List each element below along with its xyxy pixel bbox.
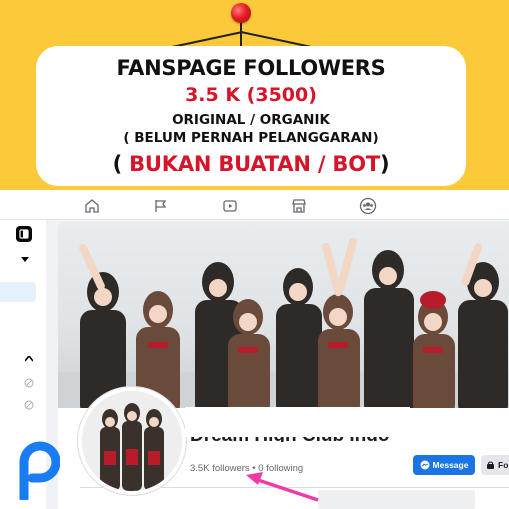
page-avatar[interactable]: [78, 387, 186, 495]
promo-count: 3.5 K (3500): [185, 84, 317, 106]
placeholder-box: [318, 490, 475, 509]
flag-icon[interactable]: [150, 195, 172, 217]
pushpin-icon: [231, 3, 251, 23]
paren-close: ): [380, 152, 390, 176]
message-button-label: Message: [432, 460, 469, 470]
pages-icon[interactable]: [16, 226, 32, 242]
follow-button[interactable]: Fo: [481, 455, 509, 475]
blocked-icon: [23, 399, 35, 411]
message-button[interactable]: Message: [413, 455, 475, 475]
picsart-logo-icon: [19, 441, 60, 500]
groups-icon[interactable]: [357, 195, 379, 217]
promo-card: FANSPAGE FOLLOWERS 3.5 K (3500) ORIGINAL…: [36, 46, 466, 186]
chevron-up-icon[interactable]: [24, 355, 34, 363]
promo-not-bot: ( BUKAN BUATAN / BOT): [36, 152, 466, 176]
follow-button-label: Fo: [498, 460, 509, 470]
promo-history: ( BELUM PERNAH PELANGGARAN): [123, 130, 379, 146]
facebook-page-screenshot: Dream High Club Indo 3.5K followers • 0 …: [0, 190, 509, 509]
paren-open: (: [112, 152, 130, 176]
video-icon[interactable]: [219, 195, 241, 217]
follow-icon: [487, 461, 494, 469]
sidebar-selected-item[interactable]: [0, 282, 36, 302]
home-icon[interactable]: [81, 195, 103, 217]
promo-title: FANSPAGE FOLLOWERS: [116, 56, 386, 80]
followers-count[interactable]: 3.5K followers • 0 following: [190, 463, 303, 474]
avatar-group-photo: [82, 391, 182, 491]
not-bot-label: BUKAN BUATAN / BOT: [129, 152, 380, 176]
redaction-box: [185, 407, 410, 437]
avatar-image: [82, 391, 182, 491]
facebook-top-nav: [0, 190, 509, 220]
messenger-icon: [420, 460, 430, 470]
chevron-down-icon[interactable]: [20, 256, 30, 264]
blocked-icon: [23, 377, 35, 389]
promo-original: ORIGINAL / ORGANIK: [172, 112, 330, 128]
marketplace-icon[interactable]: [288, 195, 310, 217]
